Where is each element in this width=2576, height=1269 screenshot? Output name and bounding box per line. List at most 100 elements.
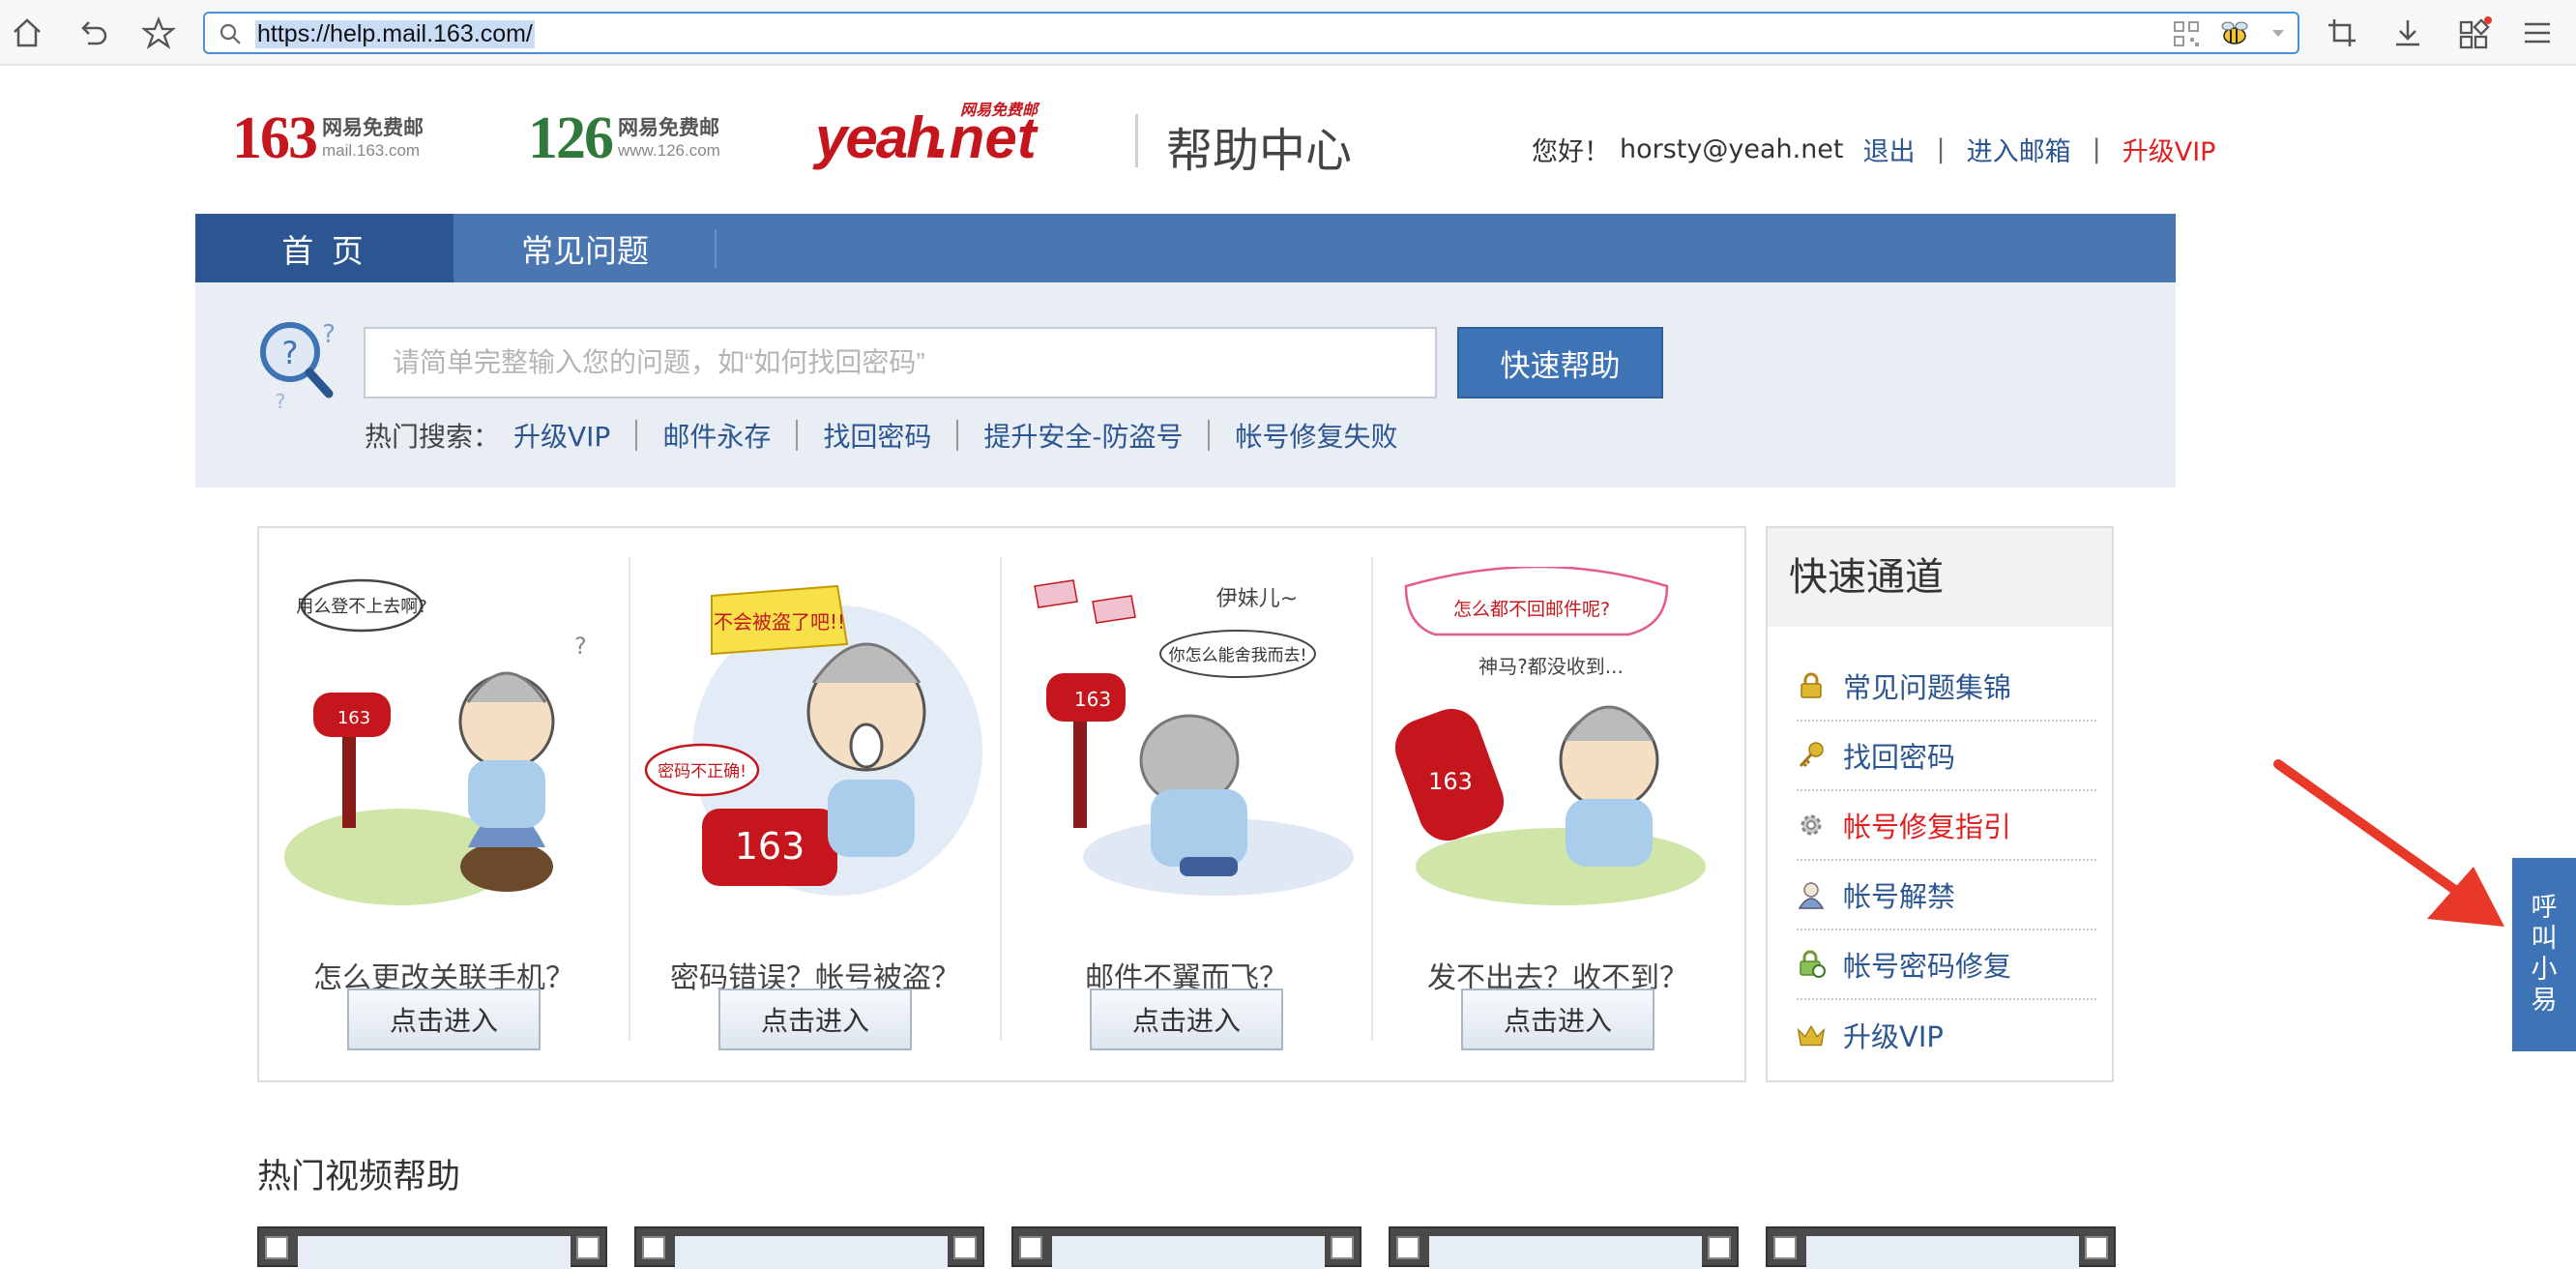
video-checkbox[interactable] xyxy=(1396,1236,1420,1259)
upgrade-vip-link[interactable]: 升级VIP xyxy=(2122,131,2216,168)
nav-divider xyxy=(715,229,717,268)
hot-link-security[interactable]: 提升安全-防盗号 xyxy=(983,416,1183,455)
video-preview xyxy=(675,1236,948,1269)
video-thumbnail[interactable] xyxy=(1766,1226,2116,1269)
video-preview xyxy=(298,1236,571,1269)
svg-text:163: 163 xyxy=(1074,688,1111,711)
quick-item-recover-password[interactable]: 找回密码 xyxy=(1797,722,2096,791)
tab-home[interactable]: 首 页 xyxy=(195,214,454,282)
video-checkbox[interactable] xyxy=(1708,1236,1731,1259)
quick-item-label: 常见问题集锦 xyxy=(1843,671,2012,704)
gear-icon xyxy=(1797,811,1826,840)
enter-button[interactable]: 点击进入 xyxy=(1461,989,1654,1050)
float-char: 叫 xyxy=(2531,924,2558,954)
quick-channel-panel: 快速通道 常见问题集锦 找回密码 帐号修复指引 帐号解禁 帐号密码修复 升级VI… xyxy=(1766,526,2114,1082)
search-input[interactable]: 请简单完整输入您的问题，如“如何找回密码” xyxy=(364,327,1437,398)
cartoon-stolen-account-illustration: 不会被盗了吧!! 密码不正确! 163 xyxy=(644,567,992,919)
svg-text:?: ? xyxy=(276,390,286,413)
red-arrow-annotation xyxy=(2272,754,2514,942)
svg-text:你怎么能舍我而去!: 你怎么能舍我而去! xyxy=(1169,646,1307,665)
quick-channel-title: 快速通道 xyxy=(1789,555,1944,600)
video-checkbox[interactable] xyxy=(1773,1236,1797,1259)
hot-link-repair-failed[interactable]: 帐号修复失败 xyxy=(1235,416,1397,455)
logo-163[interactable]: 163 网易免费邮 mail.163.com xyxy=(232,104,424,173)
help-cards-panel: 163 用么登不上去啊? ? 怎么更改关联手机？ 点击进入 不会被盗了吧!! 密… xyxy=(257,526,1746,1082)
video-checkbox[interactable] xyxy=(1019,1236,1042,1259)
float-char: 易 xyxy=(2531,986,2558,1016)
logo-126[interactable]: 126 网易免费邮 www.126.com xyxy=(528,104,720,173)
video-checkbox[interactable] xyxy=(953,1236,977,1259)
svg-text:用么登不上去啊?: 用么登不上去啊? xyxy=(296,597,427,617)
undo-icon[interactable] xyxy=(73,14,112,52)
float-char: 小 xyxy=(2531,955,2558,985)
video-thumbnail[interactable] xyxy=(634,1226,984,1269)
quick-item-upgrade-vip[interactable]: 升级VIP xyxy=(1797,1000,2096,1070)
help-card: 163 用么登不上去啊? ? 怎么更改关联手机？ 点击进入 xyxy=(259,557,629,1079)
quick-item-label: 帐号密码修复 xyxy=(1843,950,2012,983)
quick-item-unban-account[interactable]: 帐号解禁 xyxy=(1797,861,2096,930)
quick-item-repair-guide[interactable]: 帐号修复指引 xyxy=(1797,791,2096,861)
video-checkbox[interactable] xyxy=(265,1236,288,1259)
main-nav: 首 页 常见问题 xyxy=(195,214,2176,293)
quick-item-faq-collection[interactable]: 常见问题集锦 xyxy=(1797,652,2096,722)
crop-icon[interactable] xyxy=(2323,14,2361,52)
video-thumbnail[interactable] xyxy=(1389,1226,1739,1269)
enter-button[interactable]: 点击进入 xyxy=(718,989,912,1050)
quick-channel-header: 快速通道 xyxy=(1768,528,2112,627)
logout-link[interactable]: 退出 xyxy=(1863,131,1916,168)
svg-text:神马?都没收到...: 神马?都没收到... xyxy=(1478,655,1624,678)
video-thumbnail[interactable] xyxy=(1011,1226,1361,1269)
svg-text:?: ? xyxy=(282,335,299,371)
svg-text:?: ? xyxy=(322,320,336,349)
float-char: 呼 xyxy=(2531,893,2558,923)
enter-mailbox-link[interactable]: 进入邮箱 xyxy=(1967,131,2071,168)
address-bar[interactable]: https://help.mail.163.com/ xyxy=(203,12,2299,54)
video-checkbox[interactable] xyxy=(642,1236,665,1259)
tab-faq[interactable]: 常见问题 xyxy=(454,214,717,282)
separator: | xyxy=(1936,134,1946,164)
video-checkbox[interactable] xyxy=(576,1236,600,1259)
cartoon-send-fail-illustration: 怎么都不回邮件呢? 神马?都没收到... 163 xyxy=(1387,565,1735,919)
hot-link-upgrade-vip[interactable]: 升级VIP xyxy=(513,416,610,455)
divider xyxy=(1208,420,1211,451)
video-preview xyxy=(1429,1236,1702,1269)
quick-item-password-repair[interactable]: 帐号密码修复 xyxy=(1797,930,2096,1000)
extensions-icon[interactable] xyxy=(2456,14,2495,52)
video-preview xyxy=(1806,1236,2079,1269)
hot-search-label: 热门搜索： xyxy=(365,421,501,453)
hot-link-mail-forever[interactable]: 邮件永存 xyxy=(662,416,771,455)
quick-help-button[interactable]: 快速帮助 xyxy=(1457,327,1663,398)
menu-icon[interactable] xyxy=(2518,14,2557,52)
chevron-down-icon[interactable] xyxy=(2270,25,2286,44)
divider xyxy=(796,420,799,451)
call-xiaoyi-button[interactable]: 呼 叫 小 易 xyxy=(2512,858,2576,1051)
question-magnifier-icon: ? ? ? xyxy=(251,317,348,418)
video-checkbox[interactable] xyxy=(2085,1236,2108,1259)
lock-refresh-icon xyxy=(1797,950,1826,979)
divider xyxy=(635,420,638,451)
download-icon[interactable] xyxy=(2388,14,2427,52)
enter-button[interactable]: 点击进入 xyxy=(1090,989,1283,1050)
svg-text:怎么都不回邮件呢?: 怎么都不回邮件呢? xyxy=(1453,599,1610,620)
hot-link-recover-password[interactable]: 找回密码 xyxy=(823,416,931,455)
lock-icon xyxy=(1797,671,1826,700)
bee-extension-icon[interactable] xyxy=(2218,19,2251,52)
video-checkbox[interactable] xyxy=(1331,1236,1354,1259)
video-thumbnail[interactable] xyxy=(257,1226,607,1269)
bookmark-star-icon[interactable] xyxy=(139,14,178,52)
search-icon xyxy=(219,22,242,49)
search-panel: ? ? ? 请简单完整输入您的问题，如“如何找回密码” 快速帮助 热门搜索： 升… xyxy=(195,282,2176,487)
url-text[interactable]: https://help.mail.163.com/ xyxy=(255,20,535,48)
quick-item-label: 升级VIP xyxy=(1843,1020,1944,1053)
enter-button[interactable]: 点击进入 xyxy=(347,989,541,1050)
home-icon[interactable] xyxy=(8,14,46,52)
header-divider xyxy=(1135,114,1138,167)
qrcode-icon[interactable] xyxy=(2172,19,2201,52)
help-card: 怎么都不回邮件呢? 神马?都没收到... 163 发不出去？收不到？ 点击进入 xyxy=(1373,557,1742,1079)
separator: | xyxy=(2092,134,2101,164)
user-email: horsty@yeah.net xyxy=(1620,134,1844,164)
svg-text:163: 163 xyxy=(337,708,370,728)
logo-yeah[interactable]: yeah .net 网易免费邮 xyxy=(815,101,1057,178)
video-preview xyxy=(1052,1236,1325,1269)
svg-text:密码不正确!: 密码不正确! xyxy=(658,762,746,782)
